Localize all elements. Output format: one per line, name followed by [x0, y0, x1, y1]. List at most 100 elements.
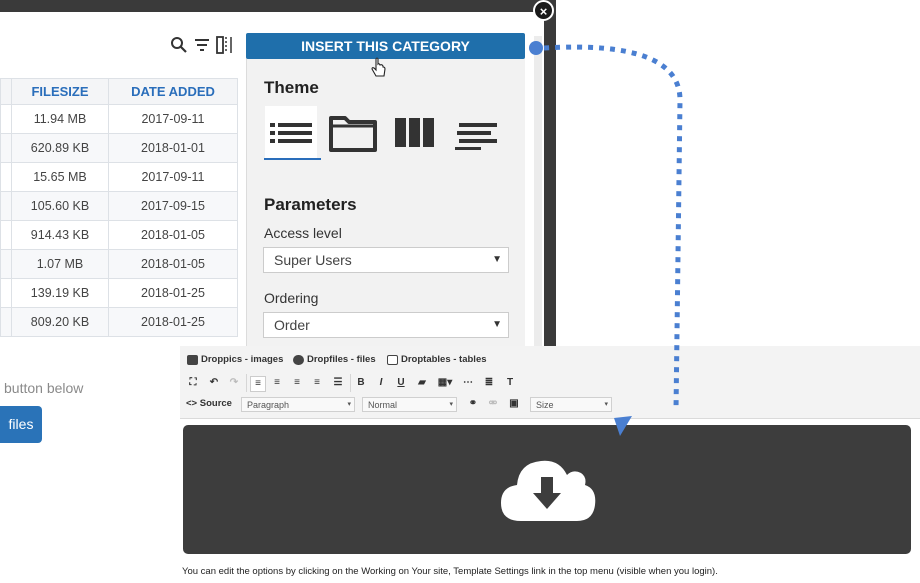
source-label: Source	[199, 398, 232, 409]
align-left-icon	[455, 123, 497, 150]
align-center-icon[interactable]: ≡	[290, 376, 304, 390]
table-row[interactable]: 620.89 KB 2018-01-01	[0, 133, 238, 163]
access-level-value: Super Users	[274, 252, 352, 268]
cloud-download-icon	[501, 460, 596, 521]
size-select[interactable]: Size ▾	[530, 397, 612, 412]
date-cell: 2017-09-11	[108, 162, 238, 192]
content-editor: Droppics - images Dropfiles - files Drop…	[180, 346, 920, 583]
source-button[interactable]: <> Source	[186, 398, 232, 409]
filesize-cell: 105.60 KB	[11, 191, 109, 221]
date-cell: 2018-01-05	[108, 220, 238, 250]
filter-icon[interactable]	[193, 36, 211, 54]
date-cell: 2017-09-15	[108, 191, 238, 221]
search-icon[interactable]	[170, 36, 188, 54]
files-button[interactable]: files	[0, 406, 42, 443]
code-icon: <>	[186, 398, 200, 409]
insert-category-button[interactable]: INSERT THIS CATEGORY	[246, 33, 525, 59]
droptables-button[interactable]: Droptables - tables	[387, 354, 487, 365]
table-cell	[0, 249, 12, 279]
droppics-button[interactable]: Droppics - images	[187, 354, 283, 365]
dropfiles-button[interactable]: Dropfiles - files	[293, 354, 376, 365]
underline-button[interactable]: U	[394, 376, 408, 390]
redo-icon[interactable]: ↷	[227, 376, 241, 390]
date-cell: 2018-01-25	[108, 278, 238, 308]
cloud-icon	[293, 354, 304, 365]
filesize-cell: 620.89 KB	[11, 133, 109, 163]
link-icon[interactable]: ⚭	[466, 397, 480, 411]
hand-cursor-icon	[371, 57, 386, 77]
table-row[interactable]: 139.19 KB 2018-01-25	[0, 278, 238, 308]
table-cell	[0, 278, 12, 308]
folder-icon	[329, 116, 377, 152]
chevron-down-icon: ▼	[492, 319, 502, 330]
filesize-cell: 914.43 KB	[11, 220, 109, 250]
font-select-value: Normal	[368, 400, 398, 410]
hr-icon[interactable]: ⋯	[461, 376, 475, 390]
filesize-cell: 11.94 MB	[11, 104, 109, 134]
access-level-select[interactable]: Super Users ▼	[263, 247, 509, 273]
dropfiles-placeholder[interactable]	[183, 425, 911, 554]
chevron-down-icon: ▾	[604, 401, 608, 408]
table-cell	[0, 162, 12, 192]
table-row[interactable]: 809.20 KB 2018-01-25	[0, 307, 238, 337]
editor-toolbar: Droppics - images Dropfiles - files Drop…	[180, 346, 920, 419]
table-row[interactable]: 11.94 MB 2017-09-11	[0, 104, 238, 134]
theme-tree-option[interactable]	[327, 106, 379, 158]
table-row[interactable]: 914.43 KB 2018-01-05	[0, 220, 238, 250]
paragraph-icon[interactable]: ≣	[482, 376, 496, 390]
table-icon	[387, 354, 398, 365]
filesize-cell: 809.20 KB	[11, 307, 109, 337]
camera-icon	[187, 354, 198, 365]
date-cell: 2018-01-01	[108, 133, 238, 163]
theme-ggd-option[interactable]	[451, 106, 503, 158]
chevron-down-icon: ▾	[449, 401, 453, 408]
toolbar-separator	[246, 374, 247, 392]
table-header-cell	[0, 78, 12, 105]
folder-icon[interactable]: ▰	[415, 376, 429, 390]
size-select-value: Size	[536, 400, 554, 410]
undo-icon[interactable]: ↶	[207, 376, 221, 390]
column-header-date-added[interactable]: DATE ADDED	[108, 78, 238, 105]
filesize-cell: 15.65 MB	[11, 162, 109, 192]
align-right-icon[interactable]: ≡	[270, 376, 284, 390]
fullscreen-icon[interactable]: ⛶	[186, 376, 200, 390]
scrollbar[interactable]	[534, 36, 542, 346]
ordering-select[interactable]: Order ▼	[263, 312, 509, 338]
bold-button[interactable]: B	[354, 376, 368, 390]
table-row[interactable]: 1.07 MB 2018-01-05	[0, 249, 238, 279]
droppics-label: Droppics - images	[201, 354, 284, 365]
theme-table-option[interactable]	[389, 106, 441, 158]
italic-button[interactable]: I	[374, 376, 388, 390]
column-header-filesize[interactable]: FILESIZE	[11, 78, 109, 105]
table-header-row: FILESIZE DATE ADDED	[0, 78, 238, 105]
theme-selected-indicator	[264, 158, 321, 160]
unlink-icon[interactable]: ⚮	[486, 397, 500, 411]
table-row[interactable]: 105.60 KB 2017-09-15	[0, 191, 238, 221]
table-icon[interactable]: ▦▾	[436, 376, 454, 390]
columns-toggle-icon[interactable]	[215, 36, 233, 54]
bullet-list-icon[interactable]: ☰	[331, 376, 345, 390]
files-table: FILESIZE DATE ADDED 11.94 MB 2017-09-11 6…	[0, 78, 238, 337]
close-button[interactable]: ×	[533, 0, 554, 21]
filesize-cell: 139.19 KB	[11, 278, 109, 308]
format-select[interactable]: Paragraph ▾	[241, 397, 355, 412]
date-cell: 2018-01-25	[108, 307, 238, 337]
table-row[interactable]: 15.65 MB 2017-09-11	[0, 162, 238, 192]
image-icon[interactable]: ▣	[507, 397, 521, 411]
format-select-value: Paragraph	[247, 400, 290, 410]
align-left-icon[interactable]: ≡	[250, 376, 266, 392]
ordering-label: Ordering	[264, 290, 319, 306]
droptables-label: Droptables - tables	[401, 354, 487, 365]
file-list-pane: FILESIZE DATE ADDED 11.94 MB 2017-09-11 6…	[0, 12, 244, 346]
parameters-title: Parameters	[264, 195, 357, 214]
font-select[interactable]: Normal ▾	[362, 397, 457, 412]
table-cell	[0, 220, 12, 250]
date-cell: 2018-01-05	[108, 249, 238, 279]
columns-icon	[395, 118, 434, 147]
hint-text: button below	[4, 380, 84, 396]
dropfiles-label: Dropfiles - files	[307, 354, 376, 365]
justify-icon[interactable]: ≡	[310, 376, 324, 390]
format-icon[interactable]: T	[503, 376, 517, 390]
table-cell	[0, 307, 12, 337]
theme-default-option[interactable]	[265, 106, 317, 158]
